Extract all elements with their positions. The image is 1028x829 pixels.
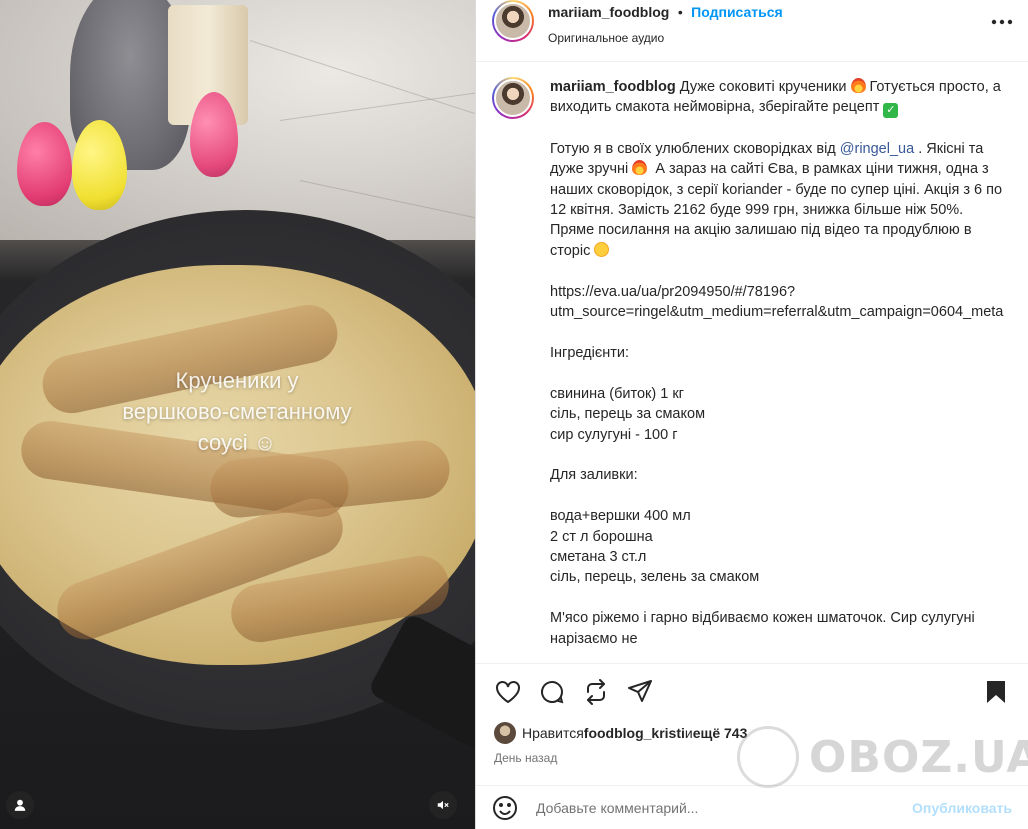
liker-username[interactable]: foodblog_kristi xyxy=(584,725,685,741)
more-horizontal-icon xyxy=(991,19,1013,25)
send-icon xyxy=(628,679,652,702)
caption-scroll-area[interactable]: mariiam_foodblog Дуже соковиті крученики… xyxy=(476,63,1028,663)
fire-emoji-icon xyxy=(632,160,648,176)
comment-input[interactable] xyxy=(536,799,913,816)
likes-count[interactable]: ещё 743 xyxy=(693,725,748,741)
caption: mariiam_foodblog Дуже соковиті крученики… xyxy=(492,77,1012,649)
fire-emoji-icon xyxy=(850,78,866,93)
post-header: mariiam_foodblog • Подписаться Оригиналь… xyxy=(476,0,1028,62)
repost-icon xyxy=(587,678,605,705)
love-emoji-icon xyxy=(594,241,610,257)
avatar[interactable] xyxy=(492,0,534,42)
caption-text: mariiam_foodblog Дуже соковиті крученики… xyxy=(550,78,1007,647)
send-button[interactable] xyxy=(626,678,654,706)
mention-link[interactable]: @ringel_ua xyxy=(840,141,914,157)
header-separator: • xyxy=(677,4,683,20)
header-username[interactable]: mariiam_foodblog xyxy=(548,4,669,20)
smile-icon xyxy=(493,795,517,820)
post-media[interactable]: Крученики у вершково-сметанному соусі ☺ xyxy=(0,0,475,829)
save-button[interactable] xyxy=(982,678,1010,706)
heart-icon xyxy=(496,680,520,703)
follow-button[interactable]: Подписаться xyxy=(691,4,783,20)
comment-icon xyxy=(541,680,564,703)
mute-button[interactable] xyxy=(429,791,457,819)
repost-button[interactable] xyxy=(582,678,610,706)
user-tags-button[interactable] xyxy=(6,791,34,819)
avatar[interactable] xyxy=(492,77,534,119)
more-options-button[interactable] xyxy=(990,10,1014,34)
user-icon xyxy=(14,799,26,811)
video-overlay-text: Крученики у вершково-сметанному соусі ☺ xyxy=(122,368,352,455)
likes-summary[interactable]: Нравится foodblog_kristi и ещё 743 xyxy=(494,722,747,744)
check-emoji-icon: ✓ xyxy=(883,103,899,119)
original-audio-link[interactable]: Оригинальное аудио xyxy=(548,31,783,45)
bookmark-icon xyxy=(987,680,1005,703)
action-bar xyxy=(476,663,1028,719)
liker-avatar xyxy=(494,722,516,744)
post-side-panel: mariiam_foodblog • Подписаться Оригиналь… xyxy=(475,0,1028,829)
comment-bar: Опубликовать xyxy=(476,785,1028,829)
emoji-picker-button[interactable] xyxy=(492,795,518,821)
mute-icon xyxy=(437,800,449,810)
caption-username[interactable]: mariiam_foodblog xyxy=(550,79,676,95)
comment-button[interactable] xyxy=(538,678,566,706)
like-button[interactable] xyxy=(494,678,522,706)
post-comment-button[interactable]: Опубликовать xyxy=(912,800,1012,816)
post-time[interactable]: День назад xyxy=(494,751,557,765)
